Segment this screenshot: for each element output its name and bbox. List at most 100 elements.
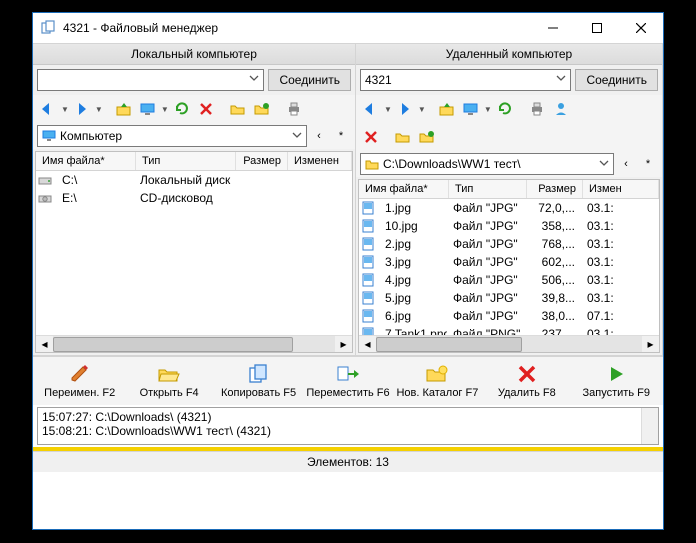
folder-sync-icon[interactable] (251, 98, 273, 120)
action-label: Запустить F9 (583, 387, 650, 399)
table-row[interactable]: 7 Tank1.pngФайл "PNG"237,...03.1: (359, 325, 659, 335)
right-list-body: 1.jpgФайл "JPG"72,0,...03.1:10.jpgФайл "… (359, 199, 659, 335)
monitor-icon[interactable] (460, 98, 482, 120)
cell-size: 38,0... (525, 308, 581, 324)
table-row[interactable]: C:\Локальный диск (36, 171, 352, 189)
table-row[interactable]: 1.jpgФайл "JPG"72,0,...03.1: (359, 199, 659, 217)
run-button[interactable]: Запустить F9 (572, 361, 661, 401)
cell-mod: 03.1: (581, 254, 659, 270)
file-icon (361, 219, 375, 233)
left-toolbar-1: ▼ ▼ ▼ (33, 95, 355, 123)
cell-size (234, 179, 286, 181)
back-icon[interactable] (360, 98, 382, 120)
cell-size: 72,0,... (525, 200, 581, 216)
bookmark-prev-icon[interactable]: ‹ (309, 126, 329, 146)
play-icon (604, 363, 628, 385)
delete-x-icon[interactable] (195, 98, 217, 120)
col-size[interactable]: Размер (236, 152, 288, 170)
rename-button[interactable]: Переимен. F2 (35, 361, 124, 401)
cell-type: Файл "JPG" (447, 254, 525, 270)
table-row[interactable]: 10.jpgФайл "JPG"358,...03.1: (359, 217, 659, 235)
right-toolbar-2 (356, 123, 662, 151)
table-row[interactable]: 2.jpgФайл "JPG"768,...03.1: (359, 235, 659, 253)
dropdown-arrow-icon[interactable]: ▼ (161, 105, 169, 114)
scroll-right-icon[interactable]: ▸ (335, 336, 352, 353)
left-site-dropdown[interactable] (37, 69, 264, 91)
right-connect-row: 4321 Соединить (356, 65, 662, 95)
col-type[interactable]: Тип (136, 152, 236, 170)
action-label: Удалить F8 (498, 387, 556, 399)
bookmark-star-icon[interactable]: * (638, 154, 658, 174)
dropdown-arrow-icon[interactable]: ▼ (61, 105, 69, 114)
scroll-right-icon[interactable]: ▸ (642, 336, 659, 353)
refresh-icon[interactable] (494, 98, 516, 120)
dropdown-arrow-icon[interactable]: ▼ (95, 105, 103, 114)
close-button[interactable] (619, 13, 663, 43)
dropdown-arrow-icon[interactable]: ▼ (384, 105, 392, 114)
left-connect-button[interactable]: Соединить (268, 69, 351, 91)
cell-mod (286, 179, 352, 181)
col-size[interactable]: Размер (527, 180, 583, 198)
table-row[interactable]: 4.jpgФайл "JPG"506,...03.1: (359, 271, 659, 289)
table-row[interactable]: 5.jpgФайл "JPG"39,8...03.1: (359, 289, 659, 307)
cell-name: E:\ (56, 190, 134, 206)
user-icon[interactable] (550, 98, 572, 120)
table-row[interactable]: E:\CD-дисковод (36, 189, 352, 207)
right-connect-button[interactable]: Соединить (575, 69, 658, 91)
dropdown-arrow-icon[interactable]: ▼ (484, 105, 492, 114)
monitor-icon (42, 130, 56, 142)
forward-icon[interactable] (394, 98, 416, 120)
right-site-dropdown[interactable]: 4321 (360, 69, 571, 91)
delete-x-icon[interactable] (360, 126, 382, 148)
open-button[interactable]: Открыть F4 (124, 361, 213, 401)
folder-up-icon[interactable] (436, 98, 458, 120)
col-mod[interactable]: Изменен (288, 152, 352, 170)
right-list-header: Имя файла* Тип Размер Измен (359, 180, 659, 199)
folder-sync-icon[interactable] (416, 126, 438, 148)
table-row[interactable]: 3.jpgФайл "JPG"602,...03.1: (359, 253, 659, 271)
log-vscrollbar[interactable] (641, 408, 658, 444)
refresh-icon[interactable] (171, 98, 193, 120)
left-hscrollbar[interactable]: ◂ ▸ (36, 335, 352, 352)
left-path-combo[interactable]: Компьютер (37, 125, 307, 147)
left-list-body: C:\Локальный дискE:\CD-дисковод (36, 171, 352, 335)
minimize-button[interactable] (531, 13, 575, 43)
printer-icon[interactable] (526, 98, 548, 120)
folder-icon[interactable] (227, 98, 249, 120)
file-icon (361, 291, 375, 305)
col-mod[interactable]: Измен (583, 180, 659, 198)
maximize-button[interactable] (575, 13, 619, 43)
monitor-icon[interactable] (137, 98, 159, 120)
new-folder-button[interactable]: Нов. Каталог F7 (393, 361, 482, 401)
bookmark-prev-icon[interactable]: ‹ (616, 154, 636, 174)
folder-icon[interactable] (392, 126, 414, 148)
delete-button[interactable]: Удалить F8 (482, 361, 571, 401)
cell-type: Файл "PNG" (447, 326, 525, 335)
scroll-left-icon[interactable]: ◂ (36, 336, 53, 353)
copy-button[interactable]: Копировать F5 (214, 361, 303, 401)
log-panel[interactable]: 15:07:27: C:\Downloads\ (4321) 15:08:21:… (37, 407, 659, 445)
col-type[interactable]: Тип (449, 180, 527, 198)
table-row[interactable]: 6.jpgФайл "JPG"38,0...07.1: (359, 307, 659, 325)
right-hscrollbar[interactable]: ◂ ▸ (359, 335, 659, 352)
right-site-value: 4321 (365, 73, 392, 87)
file-icon (361, 255, 375, 269)
folder-up-icon[interactable] (113, 98, 135, 120)
col-name[interactable]: Имя файла* (36, 152, 136, 170)
left-file-list[interactable]: Имя файла* Тип Размер Изменен C:\Локальн… (35, 151, 353, 353)
right-file-list[interactable]: Имя файла* Тип Размер Измен 1.jpgФайл "J… (358, 179, 660, 353)
cell-size: 768,... (525, 236, 581, 252)
left-path-text: Компьютер (60, 129, 122, 143)
chevron-down-icon (249, 73, 259, 83)
action-label: Копировать F5 (221, 387, 296, 399)
bookmark-star-icon[interactable]: * (331, 126, 351, 146)
forward-icon[interactable] (71, 98, 93, 120)
dropdown-arrow-icon[interactable]: ▼ (418, 105, 426, 114)
move-button[interactable]: Переместить F6 (303, 361, 392, 401)
col-name[interactable]: Имя файла* (359, 180, 449, 198)
printer-icon[interactable] (283, 98, 305, 120)
scroll-left-icon[interactable]: ◂ (359, 336, 376, 353)
chevron-down-icon (292, 130, 302, 140)
back-icon[interactable] (37, 98, 59, 120)
right-path-combo[interactable]: C:\Downloads\WW1 тест\ (360, 153, 614, 175)
